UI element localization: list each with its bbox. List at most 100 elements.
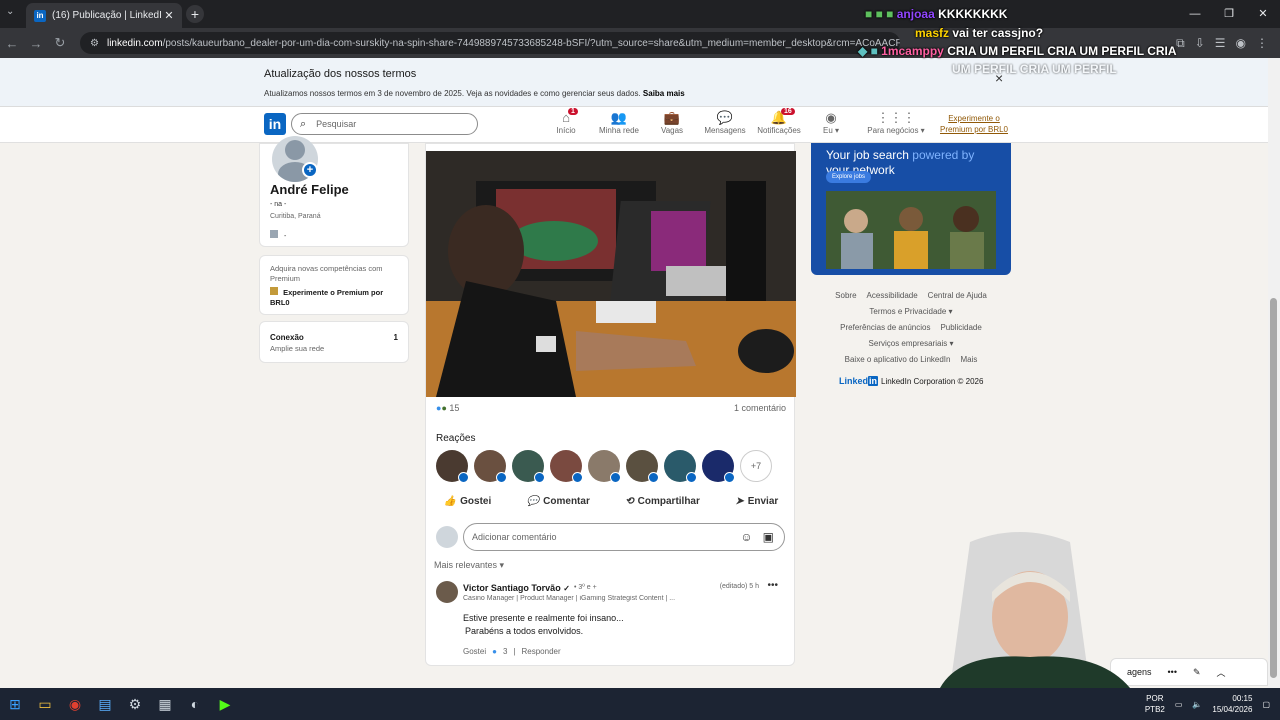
nav-notifications[interactable]: 🔔 16 Notificações — [749, 108, 809, 135]
notification-center-icon[interactable]: ▢ — [1262, 700, 1270, 709]
reload-icon[interactable]: ↻ — [48, 35, 72, 51]
reactor-avatar[interactable] — [664, 450, 697, 483]
nav-messages[interactable]: 💬 Mensagens — [695, 110, 755, 135]
steam-icon[interactable]: ⚙ — [120, 688, 150, 720]
comment-input[interactable]: Adicionar comentário ☺ ▣ — [463, 523, 785, 551]
post-image[interactable] — [426, 151, 796, 397]
footer-links: Sobre Acessibilidade Central de Ajuda Te… — [811, 288, 1011, 368]
footer-accessibility-link[interactable]: Acessibilidade — [867, 288, 918, 304]
grid-icon: ⋮⋮⋮ — [876, 110, 916, 125]
profile-icon[interactable]: ◉ — [1236, 36, 1246, 51]
commenter-name[interactable]: Victor Santiago Torvão ✓ — [463, 583, 570, 593]
reactor-avatar[interactable] — [436, 450, 469, 483]
search-input[interactable]: ⌕ Pesquisar — [291, 113, 478, 135]
comment-button[interactable]: 💬 Comentar — [527, 496, 590, 507]
reading-list-icon[interactable]: ☰ — [1215, 36, 1226, 51]
send-button[interactable]: ➤ Enviar — [735, 496, 778, 507]
close-window-icon[interactable]: ✕ — [1246, 0, 1280, 28]
menu-icon[interactable]: ⋮ — [1256, 36, 1268, 51]
reactor-avatar[interactable] — [550, 450, 583, 483]
linkedin-logo[interactable]: in — [264, 113, 286, 135]
reactor-avatar[interactable] — [512, 450, 545, 483]
nav-home[interactable]: ⌂ 1 Início — [536, 108, 596, 135]
nav-network[interactable]: 👥 Minha rede — [589, 110, 649, 135]
volume-icon[interactable]: 🔈 — [1192, 700, 1202, 709]
connections-label: Conexão — [270, 333, 304, 342]
add-photo-icon[interactable]: + — [302, 162, 318, 178]
premium-icon — [270, 287, 278, 295]
comment-reply-button[interactable]: Responder — [522, 647, 561, 656]
comment-like-button[interactable]: Gostei — [463, 647, 486, 656]
like-button[interactable]: 👍 Gostei — [444, 496, 492, 507]
site-info-icon[interactable]: ⚙ — [90, 38, 99, 49]
kick-icon[interactable]: ▶ — [210, 688, 240, 720]
banner-description: Atualizamos nossos termos em 3 de novemb… — [264, 89, 685, 98]
more-reactors-button[interactable]: +7 — [740, 450, 772, 482]
footer-advertising-link[interactable]: Publicidade — [940, 320, 981, 336]
tab-close-icon[interactable]: ✕ — [162, 9, 176, 22]
footer-terms-link[interactable]: Termos e Privacidade ▾ — [869, 304, 952, 320]
share-button[interactable]: ⟲ Compartilhar — [625, 496, 700, 507]
network-icon[interactable]: ▭ — [1175, 700, 1183, 709]
reactor-avatar[interactable] — [588, 450, 621, 483]
profile-location: Curitiba, Paraná — [270, 213, 321, 220]
chevron-up-icon[interactable]: ︿ — [1217, 666, 1226, 679]
commenter-avatar[interactable] — [436, 581, 458, 603]
nav-me[interactable]: ◉ Eu ▾ — [801, 110, 861, 135]
profile-card[interactable]: + André Felipe - na - Curitiba, Paraná - — [259, 136, 409, 247]
connections-count: 1 — [393, 333, 398, 342]
profile-name[interactable]: André Felipe — [270, 182, 349, 197]
nav-jobs[interactable]: 💼 Vagas — [642, 110, 702, 135]
clock[interactable]: 00:15 15/04/2026 — [1212, 693, 1252, 715]
explore-jobs-button[interactable]: Explore jobs — [826, 171, 872, 183]
image-icon[interactable]: ▣ — [763, 530, 774, 544]
footer-app-link[interactable]: Baixe o aplicativo do LinkedIn — [845, 352, 951, 368]
reactor-avatar[interactable] — [702, 450, 735, 483]
minimize-icon[interactable]: — — [1178, 0, 1212, 28]
comment-sort[interactable]: Mais relevantes ▾ — [434, 560, 504, 571]
footer-about-link[interactable]: Sobre — [835, 288, 856, 304]
banner-link[interactable]: Saiba mais — [643, 89, 685, 98]
restore-icon[interactable]: ❐ — [1212, 0, 1246, 28]
notes-icon[interactable]: ▤ — [90, 688, 120, 720]
more-options-icon[interactable]: ••• — [1168, 667, 1177, 677]
compose-icon[interactable]: ✎ — [1193, 667, 1201, 678]
avatar-head — [285, 140, 305, 160]
commenter-role: Casino Manager | Product Manager | iGami… — [463, 595, 676, 602]
my-avatar — [436, 526, 458, 548]
app-icon[interactable]: ◐ — [180, 688, 210, 720]
calculator-icon[interactable]: ▦ — [150, 688, 180, 720]
comment-count[interactable]: 1 comentário — [734, 403, 786, 413]
reactions-title: Reações — [436, 433, 476, 444]
windows-start-icon[interactable]: ⊞ — [0, 688, 30, 720]
reactor-avatar[interactable] — [474, 450, 507, 483]
extension-icon[interactable]: ⧉ — [1176, 36, 1185, 51]
premium-card[interactable]: Adquira novas competências com Premium E… — [259, 255, 409, 315]
system-tray: POR PTB2 ▭ 🔈 00:15 15/04/2026 ▢ — [1145, 693, 1280, 715]
job-ad[interactable]: Your job search powered by your network … — [811, 143, 1011, 275]
forward-icon[interactable]: → — [24, 36, 48, 51]
address-bar[interactable]: ⚙ linkedin.com /posts/kaueurbano_dealer-… — [80, 32, 900, 54]
nav-business[interactable]: ⋮⋮⋮ Para negócios ▾ — [866, 110, 926, 135]
tab-search-icon[interactable]: ⌄ — [6, 6, 14, 17]
footer-ad-prefs-link[interactable]: Preferências de anúncios — [840, 320, 930, 336]
footer-help-link[interactable]: Central de Ajuda — [928, 288, 987, 304]
reactor-avatar[interactable] — [626, 450, 659, 483]
comment-more-icon[interactable]: ••• — [767, 580, 778, 591]
downloads-icon[interactable]: ⇩ — [1195, 36, 1205, 51]
footer-more-link[interactable]: Mais — [960, 352, 977, 368]
emoji-icon[interactable]: ☺ — [740, 530, 752, 544]
back-icon[interactable]: ← — [0, 36, 24, 51]
chrome-icon[interactable]: ◉ — [60, 688, 90, 720]
premium-card-cta[interactable]: Experimente o Premium por BRL0 — [270, 287, 400, 308]
celebrate-reaction-icon: ● — [441, 403, 447, 413]
language-indicator[interactable]: POR PTB2 — [1145, 693, 1165, 715]
file-explorer-icon[interactable]: ▭ — [30, 688, 60, 720]
new-tab-button[interactable]: + — [186, 5, 204, 23]
reactions-summary[interactable]: ●● 15 — [436, 403, 459, 413]
browser-tab[interactable]: in (16) Publicação | LinkedIn ✕ — [26, 3, 182, 28]
connections-card[interactable]: Conexão 1 Amplie sua rede — [259, 321, 409, 363]
premium-link[interactable]: Experimente o Premium por BRL0 — [934, 113, 1014, 135]
scrollbar-thumb[interactable] — [1270, 298, 1277, 678]
footer-business-link[interactable]: Serviços empresariais ▾ — [869, 336, 954, 352]
